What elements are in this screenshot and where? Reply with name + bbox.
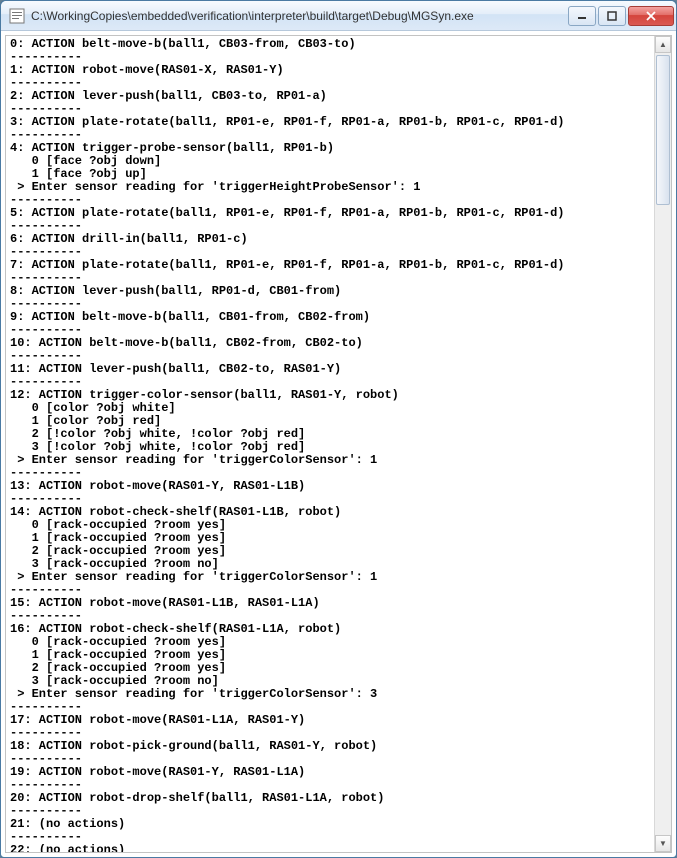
scroll-thumb[interactable] [656, 55, 670, 205]
client-area: 0: ACTION belt-move-b(ball1, CB03-from, … [5, 35, 672, 853]
scroll-up-button[interactable]: ▲ [655, 36, 671, 53]
app-icon [9, 8, 25, 24]
vertical-scrollbar[interactable]: ▲ ▼ [654, 36, 671, 852]
window-title: C:\WorkingCopies\embedded\verification\i… [31, 9, 566, 23]
titlebar[interactable]: C:\WorkingCopies\embedded\verification\i… [1, 1, 676, 31]
close-button[interactable] [628, 6, 674, 26]
app-window: C:\WorkingCopies\embedded\verification\i… [0, 0, 677, 858]
scroll-track[interactable] [655, 53, 671, 835]
window-buttons [566, 6, 674, 26]
minimize-button[interactable] [568, 6, 596, 26]
maximize-button[interactable] [598, 6, 626, 26]
console-output: 0: ACTION belt-move-b(ball1, CB03-from, … [6, 36, 654, 852]
scroll-down-button[interactable]: ▼ [655, 835, 671, 852]
